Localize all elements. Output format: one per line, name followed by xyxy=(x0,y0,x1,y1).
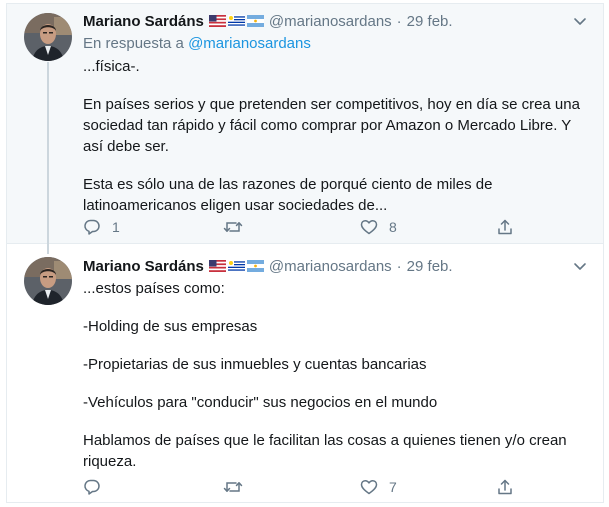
author-name[interactable]: Mariano Sardáns xyxy=(83,13,204,30)
share-button[interactable] xyxy=(496,218,514,236)
tweet-paragraph: En países serios y que pretenden ser com… xyxy=(83,96,580,155)
avatar[interactable] xyxy=(24,257,72,305)
retweet-icon xyxy=(223,218,243,236)
like-count: 7 xyxy=(389,479,397,495)
tweet-paragraph: -Vehículos para "conducir" sus negocios … xyxy=(83,394,438,411)
tweet[interactable]: Mariano Sardáns @marianosardans · 29 feb… xyxy=(7,4,603,244)
retweet-button[interactable] xyxy=(223,478,254,496)
tweet-header: Mariano Sardáns @marianosardans · 29 feb… xyxy=(83,11,453,31)
tweet[interactable]: Mariano Sardáns @marianosardans · 29 feb… xyxy=(7,245,603,502)
tweet-paragraph: -Propietarias de sus inmuebles y cuentas… xyxy=(83,356,427,373)
tweet-text: ...física-. En países serios y que prete… xyxy=(83,56,583,233)
reply-to-handle-link[interactable]: @marianosardans xyxy=(188,35,311,52)
author-handle[interactable]: @marianosardans xyxy=(269,258,392,275)
reply-icon xyxy=(83,478,101,496)
reply-button[interactable] xyxy=(83,478,112,496)
tweet-actions: 1 8 xyxy=(83,218,543,238)
retweet-icon xyxy=(223,478,243,496)
us-flag-icon xyxy=(209,15,226,27)
tweet-text: ...estos países como: -Holding de sus em… xyxy=(83,278,583,489)
avatar[interactable] xyxy=(24,13,72,61)
tweet-actions: 7 xyxy=(83,478,543,498)
argentina-flag-icon xyxy=(247,15,264,27)
thread-connector xyxy=(47,62,49,254)
like-button[interactable]: 8 xyxy=(360,218,397,236)
tweet-paragraph: -Holding de sus empresas xyxy=(83,318,258,335)
retweet-button[interactable] xyxy=(223,218,254,236)
separator: · xyxy=(396,257,402,275)
tweet-header: Mariano Sardáns @marianosardans · 29 feb… xyxy=(83,256,453,276)
like-icon xyxy=(360,218,378,236)
tweet-paragraph: Hablamos de países que le facilitan las … xyxy=(83,432,567,470)
tweet-paragraph: ...física-. xyxy=(83,58,140,75)
tweet-date[interactable]: 29 feb. xyxy=(407,13,453,30)
tweet-paragraph: Esta es sólo una de las razones de porqu… xyxy=(83,176,493,214)
like-button[interactable]: 7 xyxy=(360,478,397,496)
separator: · xyxy=(396,12,402,30)
author-handle[interactable]: @marianosardans xyxy=(269,13,392,30)
reply-context: En respuesta a @marianosardans xyxy=(83,35,311,52)
uruguay-flag-icon xyxy=(228,15,245,27)
reply-prefix: En respuesta a xyxy=(83,35,184,52)
chevron-down-icon[interactable] xyxy=(572,258,588,274)
thread-container: Mariano Sardáns @marianosardans · 29 feb… xyxy=(6,3,604,503)
chevron-down-icon[interactable] xyxy=(572,13,588,29)
uruguay-flag-icon xyxy=(228,260,245,272)
share-icon xyxy=(496,218,514,236)
reply-count: 1 xyxy=(112,219,120,235)
like-count: 8 xyxy=(389,219,397,235)
us-flag-icon xyxy=(209,260,226,272)
argentina-flag-icon xyxy=(247,260,264,272)
share-button[interactable] xyxy=(496,478,514,496)
tweet-date[interactable]: 29 feb. xyxy=(407,258,453,275)
like-icon xyxy=(360,478,378,496)
reply-button[interactable]: 1 xyxy=(83,218,120,236)
reply-icon xyxy=(83,218,101,236)
tweet-paragraph: ...estos países como: xyxy=(83,280,225,297)
author-name[interactable]: Mariano Sardáns xyxy=(83,258,204,275)
share-icon xyxy=(496,478,514,496)
